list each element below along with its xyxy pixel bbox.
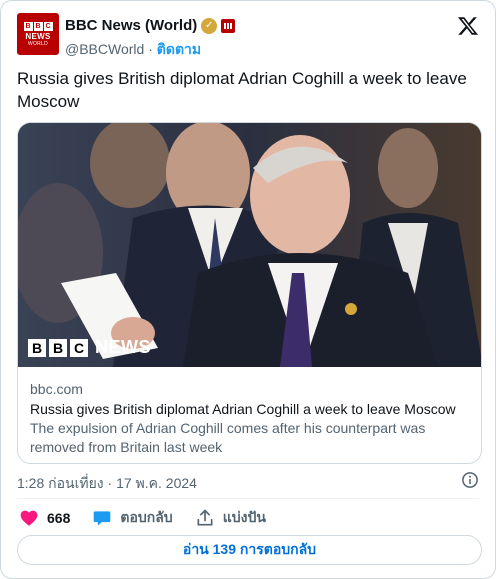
link-preview-card[interactable]: B B C NEWS bbc.com Russia gives British …	[17, 122, 482, 464]
handle-separator: ·	[144, 41, 157, 57]
tweet-timestamp[interactable]: 1:28 ก่อนเที่ยง · 17 พ.ค. 2024	[17, 473, 197, 495]
reply-action[interactable]: ตอบกลับ	[92, 507, 173, 529]
like-action[interactable]: 668	[19, 508, 70, 528]
read-replies-button[interactable]: อ่าน 139 การตอบกลับ	[17, 535, 482, 565]
author-name-row: BBC News (World) ✓	[65, 17, 236, 34]
share-action[interactable]: แบ่งปัน	[195, 507, 266, 529]
affiliate-badge-icon[interactable]	[221, 18, 236, 33]
action-bar: 668 ตอบกลับ แบ่งปัน	[19, 507, 288, 529]
tweet-header: B B C NEWS WORLD BBC News (World) ✓ @BBC…	[17, 13, 481, 57]
link-meta: bbc.com Russia gives British diplomat Ad…	[30, 379, 471, 457]
author-display-name[interactable]: BBC News (World)	[65, 17, 197, 34]
share-label: แบ่งปัน	[222, 509, 266, 525]
avatar-block-b1: B	[23, 21, 33, 31]
divider	[17, 498, 479, 499]
avatar-blocks: B B C	[23, 21, 53, 31]
follow-button[interactable]: ติดตาม	[157, 41, 201, 57]
verified-badge-icon: ✓	[201, 17, 218, 34]
watermark-news-text: NEWS	[95, 337, 151, 357]
x-logo-icon[interactable]	[457, 15, 479, 37]
watermark-block-c: C	[70, 338, 88, 357]
link-title: Russia gives British diplomat Adrian Cog…	[30, 401, 456, 417]
avatar-block-b2: B	[33, 21, 43, 31]
author-avatar[interactable]: B B C NEWS WORLD	[17, 13, 59, 55]
watermark-block-b2: B	[49, 338, 67, 357]
author-handle[interactable]: @BBCWorld	[65, 41, 144, 57]
watermark-block-b1: B	[28, 338, 46, 357]
share-icon	[197, 509, 213, 526]
tweet-text: Russia gives British diplomat Adrian Cog…	[17, 69, 467, 111]
reply-label: ตอบกลับ	[120, 509, 173, 525]
avatar-block-c: C	[43, 21, 53, 31]
bbc-news-watermark: B B C NEWS	[28, 337, 151, 358]
article-photo-illustration	[18, 123, 481, 367]
link-description: The expulsion of Adrian Coghill comes af…	[30, 420, 426, 455]
like-count: 668	[47, 510, 71, 526]
author-handle-row: @BBCWorld · ติดตาม	[65, 39, 201, 61]
article-photo: B B C NEWS	[18, 123, 481, 367]
reply-bubble-icon	[94, 511, 111, 526]
tweet-card: B B C NEWS WORLD BBC News (World) ✓ @BBC…	[0, 0, 496, 579]
avatar-world-text: WORLD	[27, 40, 49, 47]
info-icon[interactable]	[461, 471, 479, 489]
link-domain: bbc.com	[30, 381, 83, 397]
heart-icon	[20, 510, 38, 526]
avatar-news-text: NEWS	[25, 31, 51, 41]
